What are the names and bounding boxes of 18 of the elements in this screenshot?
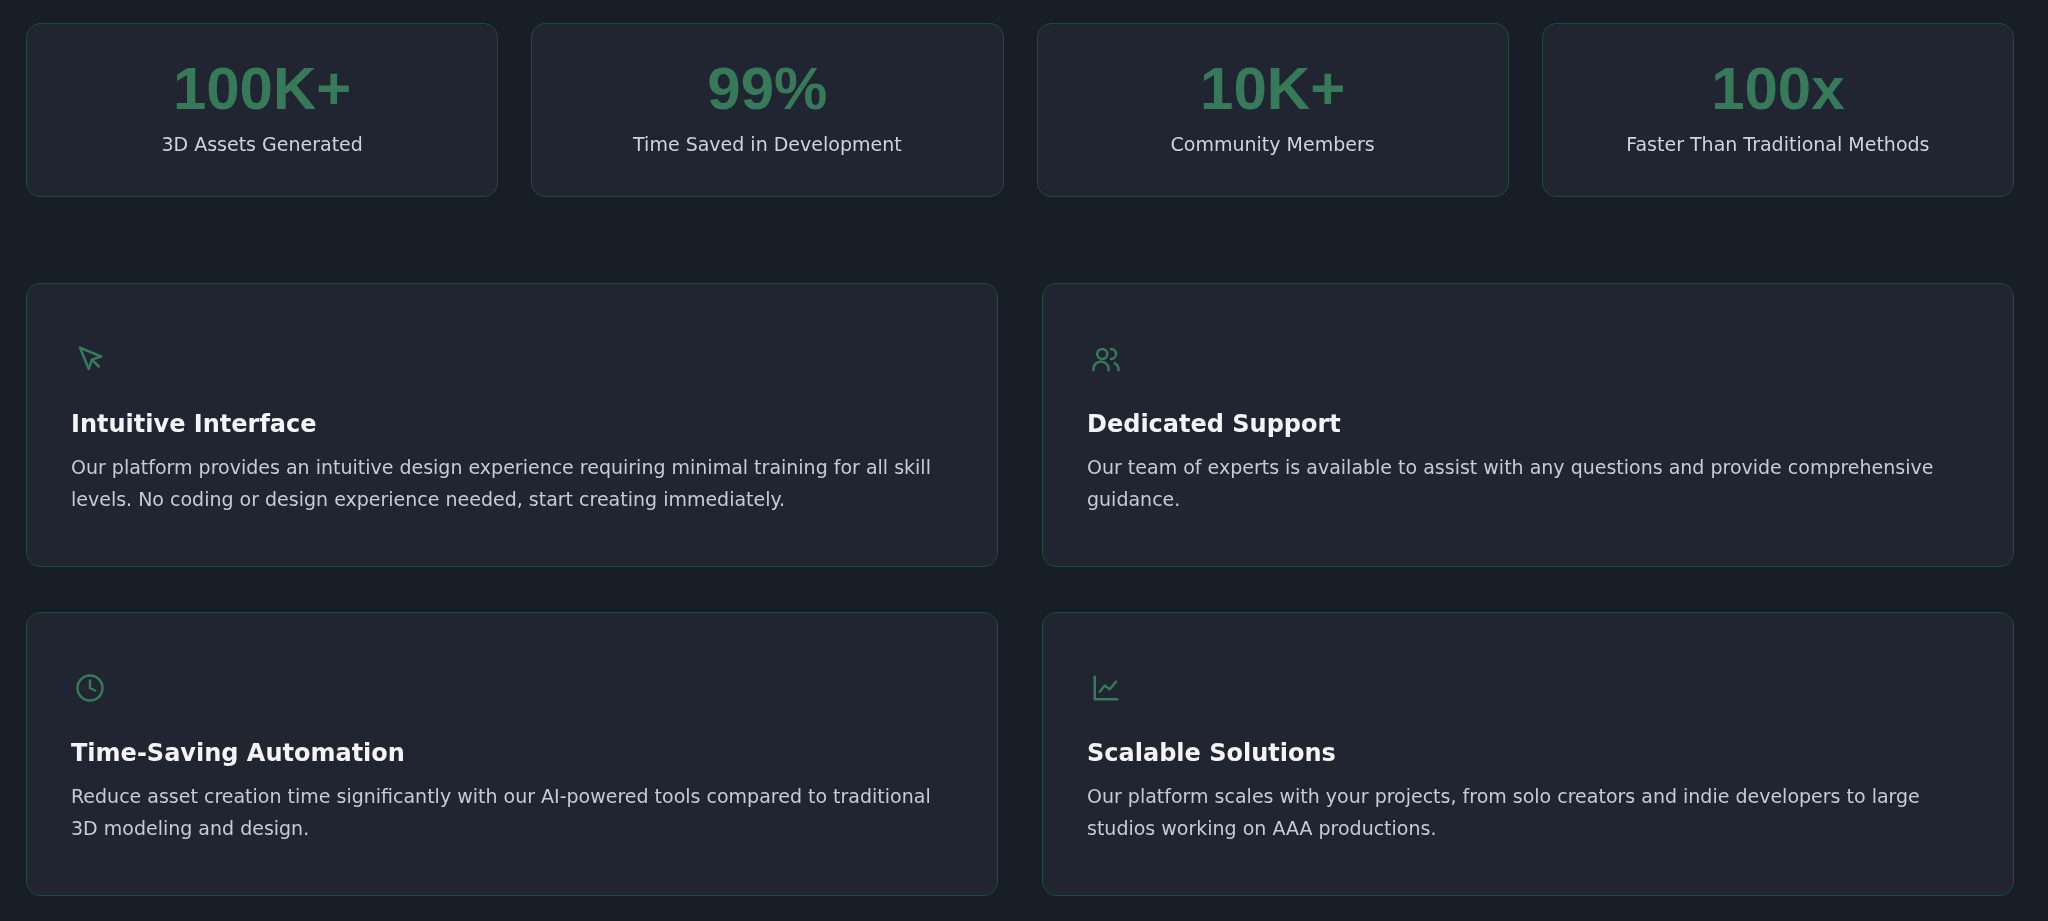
stat-value: 99% xyxy=(707,59,828,119)
stat-label: Faster Than Traditional Methods xyxy=(1626,133,1930,155)
clock-icon xyxy=(75,673,105,703)
feature-title: Dedicated Support xyxy=(1087,410,1342,439)
stat-value: 100K+ xyxy=(172,59,352,119)
feature-description: Our platform provides an intuitive design experience requiring minimal training for all skill levels. No coding or design experience needed, start creating immediately. xyxy=(71,454,932,512)
feature-title: Time-Saving Automation xyxy=(71,739,406,768)
stat-label: 3D Assets Generated xyxy=(161,133,363,155)
stat-label: Community Members xyxy=(1170,133,1375,155)
feature-title: Scalable Solutions xyxy=(1087,739,1337,768)
stat-value: 100x xyxy=(1711,59,1845,119)
feature-description: Our team of experts is available to assist with any questions and provide comprehensive guidance. xyxy=(1087,454,1935,512)
feature-description: Reduce asset creation time significantly with our AI-powered tools compared to traditional 3D modeling and design. xyxy=(71,783,932,841)
feature-description: Our platform scales with your projects, from solo creators and indie developers to large studios working on AAA productions. xyxy=(1087,783,1921,841)
chart-icon xyxy=(1091,673,1121,703)
stat-value: 10K+ xyxy=(1200,59,1346,119)
feature-title: Intuitive Interface xyxy=(71,410,318,439)
stat-label: Time Saved in Development xyxy=(633,133,902,155)
